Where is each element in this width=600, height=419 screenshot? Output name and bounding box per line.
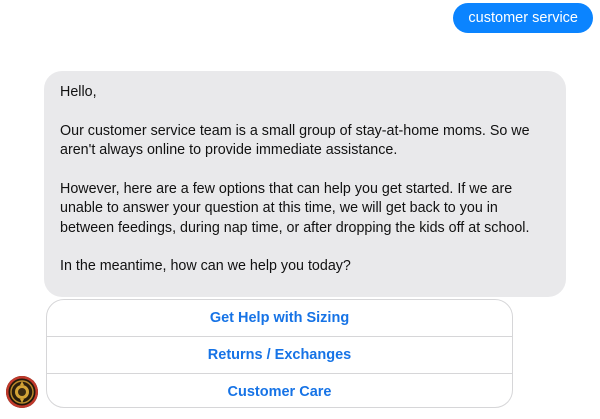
returns-exchanges-button[interactable]: Returns / Exchanges: [47, 337, 512, 374]
bot-message-paragraph: Our customer service team is a small gro…: [60, 122, 530, 159]
bot-message-paragraph: In the meantime, how can we help you tod…: [60, 258, 351, 274]
bot-message-bubble: Hello, Our customer service team is a sm…: [44, 71, 566, 297]
get-help-with-sizing-button[interactable]: Get Help with Sizing: [47, 300, 512, 337]
brand-logo-icon: [6, 376, 38, 408]
customer-care-button[interactable]: Customer Care: [47, 374, 512, 407]
user-message-bubble: customer service: [453, 3, 593, 33]
quick-reply-list: Get Help with Sizing Returns / Exchanges…: [46, 299, 513, 408]
bot-message-paragraph: However, here are a few options that can…: [60, 180, 530, 236]
bot-message-paragraph: Hello,: [60, 84, 97, 100]
chat-thread: customer service Hello, Our customer ser…: [0, 0, 600, 419]
